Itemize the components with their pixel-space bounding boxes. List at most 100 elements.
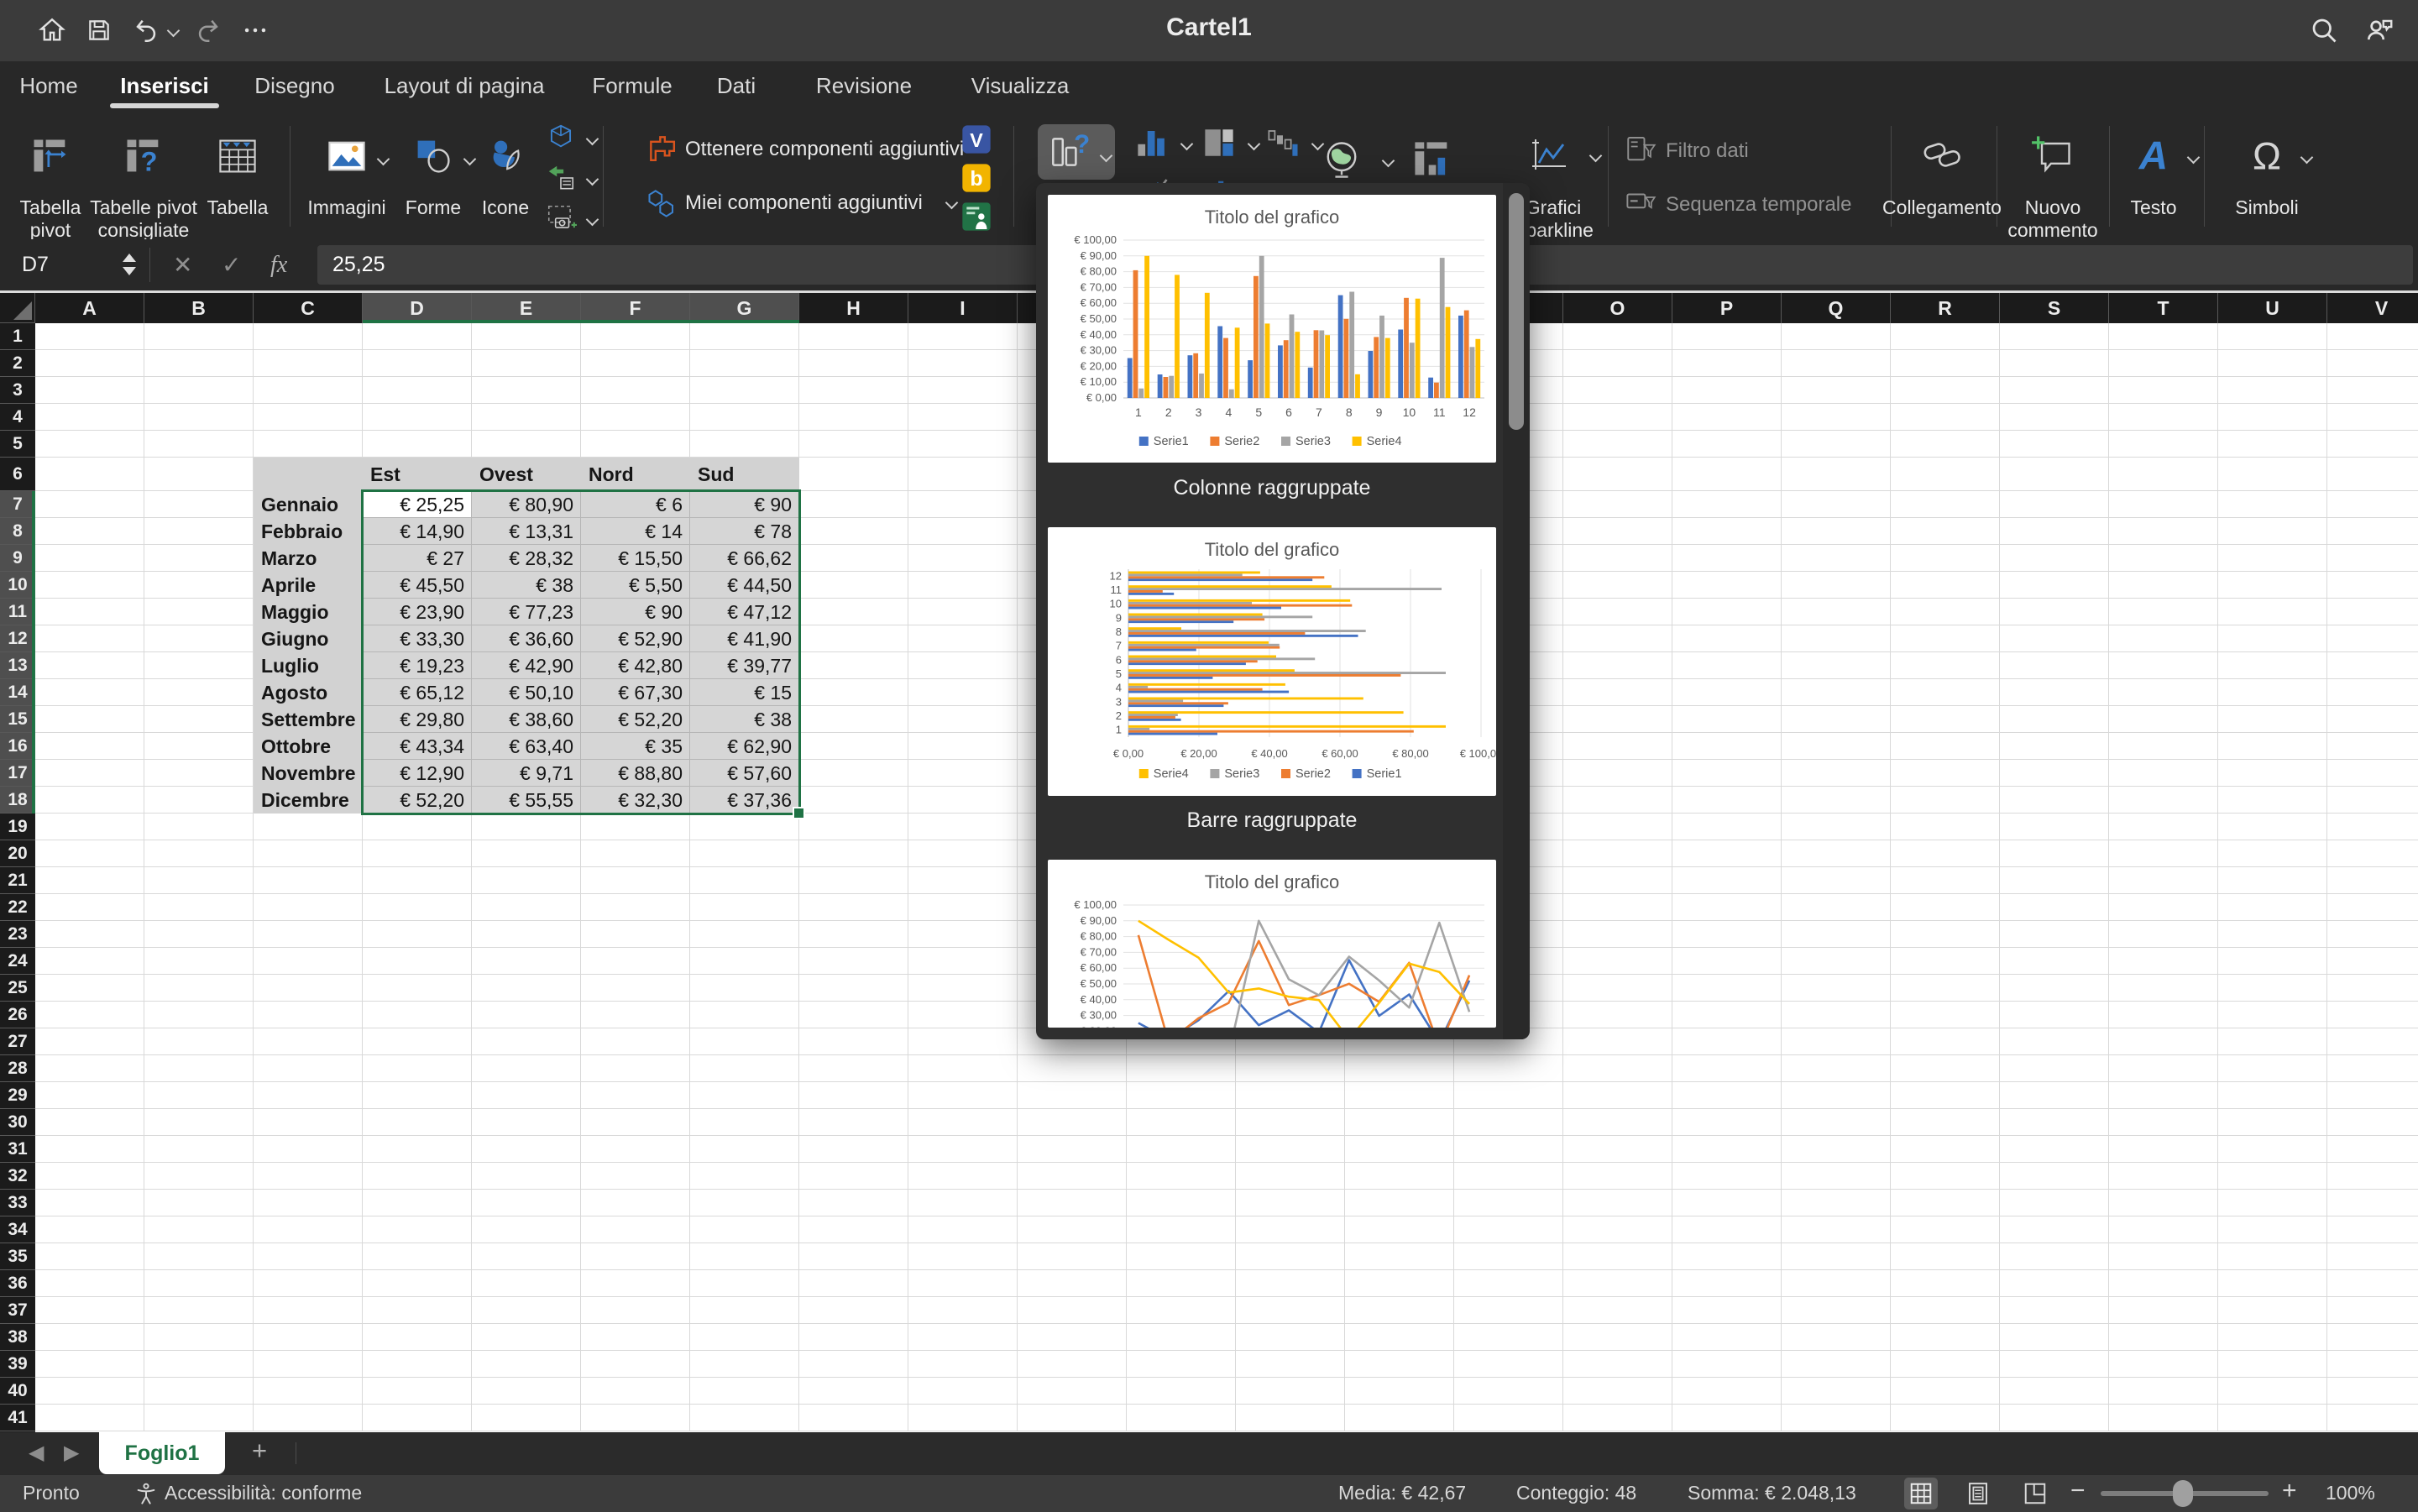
- chevron-down-icon[interactable]: [588, 173, 597, 188]
- row-header-28[interactable]: 28: [0, 1055, 35, 1082]
- row-header-41[interactable]: 41: [0, 1405, 35, 1431]
- chevron-down-icon[interactable]: [2302, 151, 2311, 166]
- column-header-S[interactable]: S: [2000, 293, 2109, 323]
- row-header-19[interactable]: 19: [0, 814, 35, 840]
- row-header-30[interactable]: 30: [0, 1109, 35, 1136]
- column-header-R[interactable]: R: [1891, 293, 2000, 323]
- column-header-E[interactable]: E: [472, 293, 581, 323]
- row-header-21[interactable]: 21: [0, 867, 35, 894]
- sheet-prev-icon[interactable]: ◀: [29, 1441, 44, 1465]
- row-header-23[interactable]: 23: [0, 921, 35, 948]
- row-header-25[interactable]: 25: [0, 975, 35, 1002]
- column-header-P[interactable]: P: [1672, 293, 1782, 323]
- chevron-down-icon[interactable]: [588, 213, 597, 228]
- select-all-corner[interactable]: [0, 293, 35, 323]
- row-header-14[interactable]: 14: [0, 679, 35, 706]
- row-header-12[interactable]: 12: [0, 625, 35, 652]
- confirm-icon[interactable]: ✓: [222, 239, 241, 290]
- zoom-in-button[interactable]: +: [2282, 1477, 2297, 1505]
- get-add-ins-button[interactable]: Ottenere componenti aggiuntivi: [685, 138, 964, 161]
- column-header-Q[interactable]: Q: [1782, 293, 1891, 323]
- tab-disegno[interactable]: Disegno: [254, 73, 334, 99]
- column-header-O[interactable]: O: [1563, 293, 1672, 323]
- row-header-33[interactable]: 33: [0, 1190, 35, 1216]
- row-header-32[interactable]: 32: [0, 1163, 35, 1190]
- row-header-3[interactable]: 3: [0, 377, 35, 404]
- people-chat-icon[interactable]: [2361, 12, 2398, 49]
- column-header-V[interactable]: V: [2327, 293, 2418, 323]
- row-header-22[interactable]: 22: [0, 894, 35, 921]
- row-header-6[interactable]: 6: [0, 458, 35, 491]
- column-header-I[interactable]: I: [908, 293, 1018, 323]
- home-icon[interactable]: [34, 12, 71, 49]
- namebox-up-icon[interactable]: [123, 254, 136, 262]
- row-header-5[interactable]: 5: [0, 431, 35, 458]
- column-header-U[interactable]: U: [2218, 293, 2327, 323]
- my-add-ins-button[interactable]: Miei componenti aggiuntivi: [685, 191, 923, 215]
- chevron-down-icon[interactable]: [1102, 149, 1111, 165]
- tab-visualizza[interactable]: Visualizza: [971, 73, 1070, 99]
- more-icon[interactable]: [237, 12, 274, 49]
- undo-chevron-icon[interactable]: [165, 12, 181, 49]
- chevron-down-icon[interactable]: [1249, 138, 1259, 153]
- namebox-down-icon[interactable]: [123, 267, 136, 275]
- row-header-4[interactable]: 4: [0, 404, 35, 431]
- row-header-8[interactable]: 8: [0, 518, 35, 545]
- row-header-27[interactable]: 27: [0, 1028, 35, 1055]
- popup-scrollbar-thumb[interactable]: [1509, 193, 1524, 430]
- tab-layout-di-pagina[interactable]: Layout di pagina: [385, 73, 545, 99]
- page-layout-view-icon[interactable]: [1961, 1478, 1995, 1509]
- row-header-18[interactable]: 18: [0, 787, 35, 814]
- accessibility-status[interactable]: Accessibilità: conforme: [165, 1482, 362, 1504]
- tab-revisione[interactable]: Revisione: [816, 73, 912, 99]
- tab-home[interactable]: Home: [19, 73, 77, 99]
- normal-view-icon[interactable]: [1904, 1478, 1938, 1509]
- column-header-T[interactable]: T: [2109, 293, 2218, 323]
- row-header-1[interactable]: 1: [0, 323, 35, 350]
- row-header-15[interactable]: 15: [0, 706, 35, 733]
- row-header-9[interactable]: 9: [0, 545, 35, 572]
- chart-option-clustered-columns[interactable]: Titolo del grafico€ 0,00€ 10,00€ 20,00€ …: [1048, 195, 1496, 463]
- row-header-17[interactable]: 17: [0, 760, 35, 787]
- row-header-39[interactable]: 39: [0, 1351, 35, 1378]
- search-icon[interactable]: [2305, 12, 2342, 49]
- row-header-26[interactable]: 26: [0, 1002, 35, 1028]
- undo-icon[interactable]: [128, 12, 165, 49]
- chevron-down-icon[interactable]: [1182, 138, 1191, 153]
- row-header-36[interactable]: 36: [0, 1270, 35, 1297]
- tab-dati[interactable]: Dati: [717, 73, 756, 99]
- name-box[interactable]: D7: [0, 239, 148, 290]
- column-header-A[interactable]: A: [35, 293, 144, 323]
- chevron-down-icon[interactable]: [947, 196, 956, 212]
- row-header-13[interactable]: 13: [0, 652, 35, 679]
- filter-slicer-button[interactable]: Filtro dati: [1666, 139, 1749, 163]
- row-header-37[interactable]: 37: [0, 1297, 35, 1324]
- row-header-24[interactable]: 24: [0, 948, 35, 975]
- chart-option-lines[interactable]: Titolo del grafico€ 0,00€ 10,00€ 20,00€ …: [1048, 860, 1496, 1028]
- tab-formule[interactable]: Formule: [592, 73, 672, 99]
- chevron-down-icon[interactable]: [2189, 151, 2198, 166]
- chevron-down-icon[interactable]: [1591, 149, 1600, 165]
- row-header-20[interactable]: 20: [0, 840, 35, 867]
- cancel-icon[interactable]: ✕: [173, 239, 192, 290]
- fx-icon[interactable]: fx: [270, 239, 287, 290]
- row-header-29[interactable]: 29: [0, 1082, 35, 1109]
- row-header-40[interactable]: 40: [0, 1378, 35, 1405]
- save-icon[interactable]: [81, 12, 118, 49]
- column-header-B[interactable]: B: [144, 293, 254, 323]
- chevron-down-icon[interactable]: [588, 133, 597, 148]
- selection-fill-handle[interactable]: [793, 807, 805, 819]
- zoom-out-button[interactable]: −: [2070, 1477, 2086, 1505]
- row-header-7[interactable]: 7: [0, 491, 35, 518]
- row-header-38[interactable]: 38: [0, 1324, 35, 1351]
- sheet-tab-foglio1[interactable]: Foglio1: [99, 1432, 225, 1474]
- redo-icon[interactable]: [190, 12, 227, 49]
- column-header-D[interactable]: D: [363, 293, 472, 323]
- chart-option-clustered-bars[interactable]: Titolo del grafico€ 0,00€ 20,00€ 40,00€ …: [1048, 527, 1496, 796]
- tab-inserisci[interactable]: Inserisci: [120, 73, 209, 99]
- page-break-view-icon[interactable]: [2018, 1478, 2052, 1509]
- sheet-next-icon[interactable]: ▶: [64, 1441, 79, 1465]
- row-header-31[interactable]: 31: [0, 1136, 35, 1163]
- add-sheet-button[interactable]: +: [252, 1436, 267, 1466]
- row-header-34[interactable]: 34: [0, 1216, 35, 1243]
